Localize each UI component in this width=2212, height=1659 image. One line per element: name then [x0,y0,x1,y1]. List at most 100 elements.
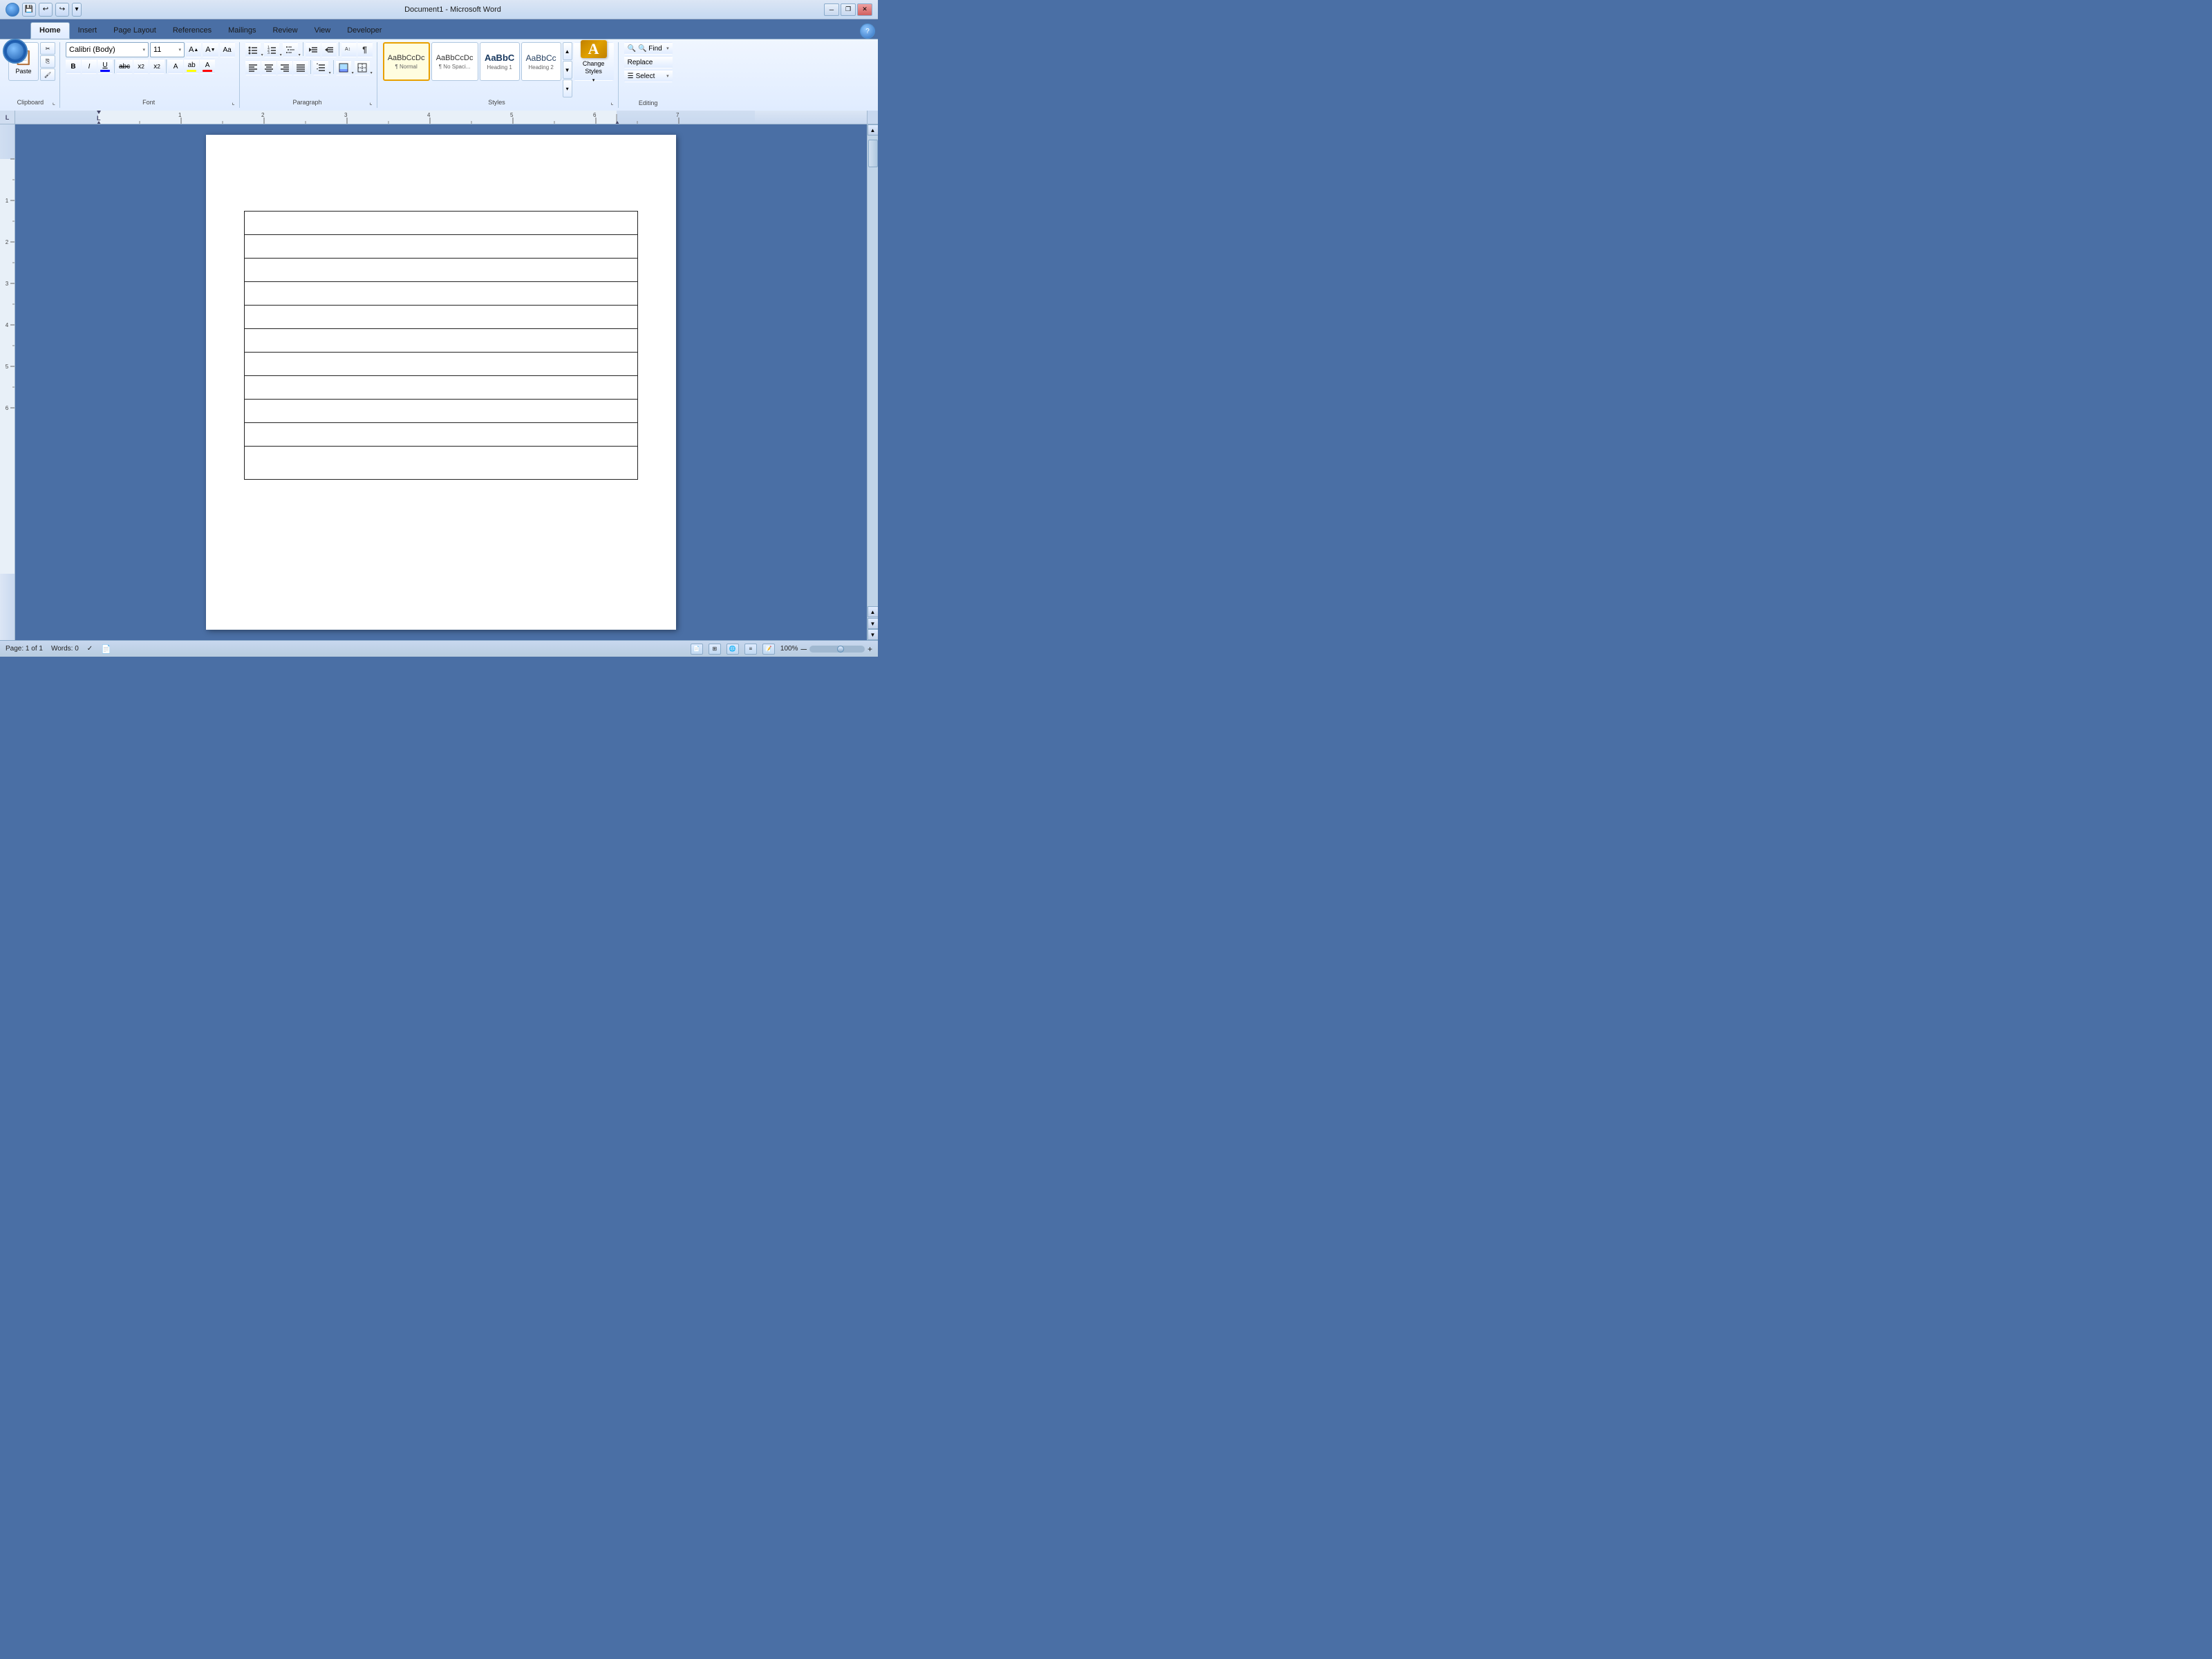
line-spacing-dropdown[interactable]: ▾ [329,60,331,75]
tab-view[interactable]: View [306,22,339,39]
tab-page-layout[interactable]: Page Layout [105,22,165,39]
qa-dropdown-btn[interactable]: ▾ [72,3,82,17]
table-cell[interactable] [245,259,638,282]
word-count[interactable]: Words: 0 [51,645,79,653]
styles-scroll-up[interactable]: ▲ [563,42,572,60]
show-hide-btn[interactable]: ¶ [357,42,373,57]
styles-more[interactable]: ▾ [563,79,572,97]
borders-btn[interactable] [355,60,370,75]
scroll-down-btn[interactable]: ▼ [868,629,879,640]
change-styles-button[interactable]: A ChangeStyles ▾ [574,42,614,81]
underline-button[interactable]: U [97,59,113,74]
font-size-selector[interactable]: 11 ▾ [150,42,185,57]
copy-button[interactable]: ⎘ [40,55,55,68]
restore-btn[interactable]: ❐ [841,3,856,16]
shading-dropdown[interactable]: ▾ [352,60,354,75]
change-case-btn[interactable]: Aa [220,42,235,57]
decrease-indent-btn[interactable] [306,42,321,57]
style-normal[interactable]: AaBbCcDc ¶ Normal [383,42,430,81]
italic-button[interactable]: I [82,59,97,74]
shading-btn[interactable] [336,60,351,75]
view-full-screen-btn[interactable]: ⊞ [709,644,721,655]
scroll-up-btn[interactable]: ▲ [868,124,879,135]
table-cell[interactable] [245,353,638,376]
table-cell[interactable] [245,306,638,329]
view-outline-btn[interactable]: ≡ [744,644,757,655]
clear-formatting-btn[interactable]: A [168,59,183,74]
font-name-selector[interactable]: Calibri (Body) ▾ [66,42,149,57]
document-table[interactable] [244,211,638,480]
find-button[interactable]: 🔍 🔍 Find ▾ [624,42,673,55]
document-page[interactable] [206,135,676,630]
tab-references[interactable]: References [165,22,220,39]
zoom-minus-btn[interactable]: ─ [800,645,807,653]
table-cell[interactable] [245,376,638,400]
bullets-dropdown[interactable]: ▾ [261,42,263,57]
line-spacing-btn[interactable] [313,60,328,75]
bullets-btn[interactable] [245,42,261,57]
numbering-dropdown[interactable]: ▾ [280,42,282,57]
table-cell[interactable] [245,212,638,235]
horizontal-ruler[interactable]: L 1 2 3 4 5 6 7 [15,111,867,124]
tab-review[interactable]: Review [264,22,306,39]
table-cell[interactable] [245,282,638,306]
table-cell[interactable] [245,423,638,447]
redo-quick-btn[interactable]: ↪ [55,3,69,17]
styles-scroll-down[interactable]: ▼ [563,61,572,79]
tab-mailings[interactable]: Mailings [220,22,264,39]
view-web-btn[interactable]: 🌐 [727,644,739,655]
scroll-down-page-btn[interactable]: ▼ [868,618,879,629]
clipboard-expand[interactable]: ⌞ [53,99,55,106]
increase-indent-btn[interactable] [321,42,337,57]
scroll-track[interactable] [868,135,879,606]
office-button[interactable] [3,39,28,64]
justify-btn[interactable] [293,60,308,75]
table-cell[interactable] [245,329,638,353]
superscript-button[interactable]: x2 [149,59,165,74]
zoom-thumb[interactable] [837,646,844,653]
view-print-layout-btn[interactable]: 📄 [691,644,703,655]
ruler-corner[interactable]: L [0,111,15,124]
style-heading1[interactable]: AaBbC Heading 1 [480,42,520,81]
scroll-up-page-btn[interactable]: ▲ [868,606,879,617]
strikethrough-button[interactable]: abc [116,59,133,74]
vertical-scrollbar[interactable]: ▲ ▲ ▼ ▼ [867,124,878,640]
tab-insert[interactable]: Insert [70,22,106,39]
align-left-btn[interactable] [245,60,261,75]
bold-button[interactable]: B [66,59,81,74]
minimize-btn[interactable]: ─ [824,3,839,16]
table-cell[interactable] [245,235,638,259]
document-canvas[interactable] [15,124,867,640]
close-btn[interactable]: ✕ [857,3,872,16]
table-cell[interactable] [245,447,638,480]
cut-button[interactable]: ✂ [40,42,55,55]
format-painter-button[interactable]: 🖌 [40,68,55,81]
doc-status-icon[interactable]: 📄 [101,644,111,654]
save-quick-btn[interactable]: 💾 [22,3,36,17]
borders-dropdown[interactable]: ▾ [371,60,373,75]
multilevel-btn[interactable] [283,42,298,57]
zoom-plus-btn[interactable]: + [868,645,872,653]
replace-button[interactable]: Replace [624,56,673,68]
tab-home[interactable]: Home [30,22,70,39]
table-cell[interactable] [245,400,638,423]
font-expand[interactable]: ⌞ [232,99,234,106]
help-btn[interactable]: ? [860,24,875,39]
font-color-btn[interactable]: A [200,59,215,74]
view-draft-btn[interactable]: 📝 [762,644,775,655]
subscript-button[interactable]: x2 [133,59,149,74]
zoom-slider[interactable] [809,646,865,653]
sort-btn[interactable]: A↕ [341,42,357,57]
scroll-thumb[interactable] [868,140,878,167]
align-center-btn[interactable] [261,60,276,75]
select-button[interactable]: ☰ Select ▾ [624,70,673,82]
highlight-btn[interactable]: ab [184,59,199,74]
tab-developer[interactable]: Developer [339,22,390,39]
undo-quick-btn[interactable]: ↩ [39,3,53,17]
font-size-down-btn[interactable]: A▼ [203,42,218,57]
style-no-spacing[interactable]: AaBbCcDc ¶ No Spaci... [431,42,478,81]
numbering-btn[interactable]: 1.2.3. [264,42,279,57]
spell-check-icon[interactable]: ✓ [87,645,93,653]
style-heading2[interactable]: AaBbCc Heading 2 [521,42,561,81]
page-info[interactable]: Page: 1 of 1 [6,645,43,653]
